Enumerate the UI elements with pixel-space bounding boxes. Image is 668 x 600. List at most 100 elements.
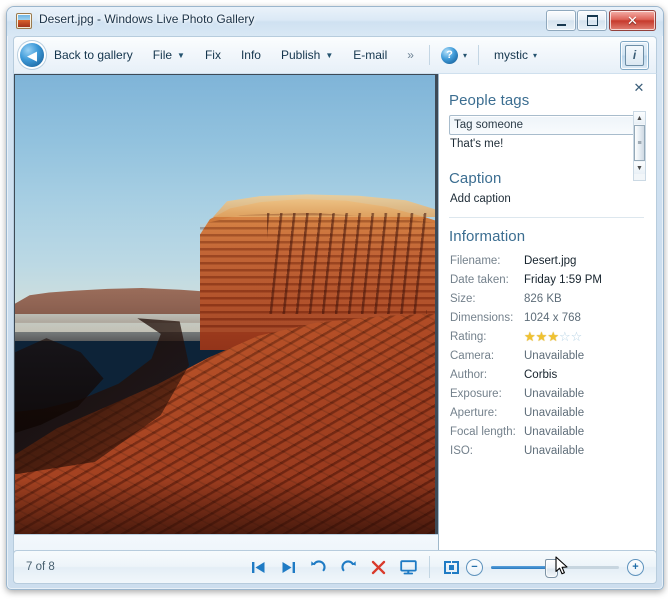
- row-label: Camera:: [450, 350, 524, 362]
- photo-counter: 7 of 8: [26, 561, 55, 573]
- back-to-gallery-label: Back to gallery: [54, 48, 133, 62]
- row-label: Rating:: [450, 331, 524, 343]
- toolbar-divider: [429, 556, 430, 578]
- row-label: Filename:: [450, 255, 524, 267]
- client-area: ✕ People tags ▲ ≡ ▼ Tag someone That's m…: [13, 73, 657, 581]
- red-x-icon: [371, 560, 386, 575]
- section-divider: [449, 217, 644, 218]
- desktop-backdrop: Desert.jpg - Windows Live Photo Gallery …: [0, 0, 668, 600]
- rating-stars[interactable]: ★ ★ ★ ☆ ☆: [524, 330, 582, 343]
- zoom-out-button[interactable]: −: [466, 559, 483, 576]
- row-value: 826 KB: [524, 293, 562, 305]
- chevron-down-icon: ▾: [533, 51, 537, 60]
- row-label: Exposure:: [450, 388, 524, 400]
- account-menu[interactable]: mystic ▾: [484, 42, 547, 68]
- chevron-down-icon: ▼: [325, 51, 333, 60]
- menu-email-label: E-mail: [353, 48, 387, 62]
- slideshow-button[interactable]: [393, 554, 423, 580]
- tag-someone-value: Tag someone: [454, 119, 523, 131]
- bottom-toolbar: 7 of 8: [13, 550, 657, 584]
- row-label: Dimensions:: [450, 312, 524, 324]
- people-tags-scrollbar[interactable]: ▲ ≡ ▼: [633, 111, 646, 181]
- delete-button[interactable]: [363, 554, 393, 580]
- menu-publish-label: Publish: [281, 48, 320, 62]
- fit-to-window-button[interactable]: [436, 554, 466, 580]
- maximize-button[interactable]: [577, 10, 607, 31]
- monitor-icon: [400, 560, 417, 575]
- photo-viewer[interactable]: [14, 74, 439, 580]
- table-row: Filename: Desert.jpg: [450, 251, 656, 270]
- toolbar-divider: [478, 45, 479, 65]
- people-tags-heading: People tags: [449, 92, 656, 109]
- menu-fix[interactable]: Fix: [195, 42, 231, 68]
- next-icon: [281, 561, 296, 574]
- next-button[interactable]: [273, 554, 303, 580]
- row-label: ISO:: [450, 445, 524, 457]
- table-row: Size: 826 KB: [450, 289, 656, 308]
- rotate-left-button[interactable]: [303, 554, 333, 580]
- photo-gallery-window: Desert.jpg - Windows Live Photo Gallery …: [6, 6, 664, 590]
- toolbar-overflow-button[interactable]: »: [397, 42, 424, 68]
- close-panel-icon[interactable]: ✕: [632, 81, 646, 95]
- row-value: Desert.jpg: [524, 255, 576, 267]
- thats-me-link[interactable]: That's me!: [450, 138, 656, 150]
- minimize-button[interactable]: [546, 10, 576, 31]
- menu-file[interactable]: File ▼: [143, 42, 195, 68]
- scroll-down-icon[interactable]: ▼: [634, 162, 645, 174]
- window-title: Desert.jpg - Windows Live Photo Gallery: [39, 12, 254, 26]
- row-label: Aperture:: [450, 407, 524, 419]
- menu-fix-label: Fix: [205, 48, 221, 62]
- menu-publish[interactable]: Publish ▼: [271, 42, 343, 68]
- star-5-icon[interactable]: ☆: [571, 330, 583, 343]
- star-4-icon[interactable]: ☆: [559, 330, 571, 343]
- star-1-icon[interactable]: ★: [524, 330, 536, 343]
- scroll-up-icon[interactable]: ▲: [634, 112, 645, 124]
- zoom-in-button[interactable]: +: [627, 559, 644, 576]
- table-row: Exposure: Unavailable: [450, 384, 656, 403]
- row-value: Unavailable: [524, 445, 584, 457]
- row-label: Focal length:: [450, 426, 524, 438]
- row-value: Unavailable: [524, 350, 584, 362]
- previous-button[interactable]: [243, 554, 273, 580]
- table-row: Date taken: Friday 1:59 PM: [450, 270, 656, 289]
- main-toolbar: ◀ Back to gallery File ▼ Fix Info Publis…: [13, 36, 657, 73]
- star-2-icon[interactable]: ★: [536, 330, 548, 343]
- back-to-gallery-button[interactable]: Back to gallery: [44, 42, 143, 68]
- close-button[interactable]: ✕: [609, 10, 656, 31]
- rotate-right-button[interactable]: [333, 554, 363, 580]
- chevron-down-icon: ▾: [463, 51, 467, 60]
- row-value: Unavailable: [524, 388, 584, 400]
- toolbar-divider: [429, 45, 430, 65]
- slider-handle[interactable]: [545, 559, 558, 578]
- photo-file-icon: [16, 13, 32, 29]
- menu-info-label: Info: [241, 48, 261, 62]
- row-label: Author:: [450, 369, 524, 381]
- info-pane-toggle-button[interactable]: i: [620, 41, 649, 70]
- table-row: Aperture: Unavailable: [450, 403, 656, 422]
- desert-photo-image[interactable]: [15, 75, 435, 534]
- add-caption-field[interactable]: Add caption: [450, 193, 656, 205]
- scrollbar-thumb[interactable]: ≡: [634, 125, 645, 161]
- rotate-ccw-icon: [310, 559, 327, 575]
- menu-info[interactable]: Info: [231, 42, 271, 68]
- back-arrow-icon[interactable]: ◀: [20, 43, 44, 67]
- rotate-cw-icon: [340, 559, 357, 575]
- previous-icon: [251, 561, 266, 574]
- overflow-chevrons-icon: »: [407, 48, 414, 62]
- menu-email[interactable]: E-mail: [343, 42, 397, 68]
- information-table: Filename: Desert.jpg Date taken: Friday …: [450, 251, 656, 460]
- zoom-slider[interactable]: [491, 559, 619, 575]
- row-value[interactable]: Friday 1:59 PM: [524, 274, 602, 286]
- title-bar: Desert.jpg - Windows Live Photo Gallery …: [7, 7, 663, 36]
- tag-someone-input[interactable]: Tag someone: [449, 115, 644, 135]
- star-3-icon[interactable]: ★: [547, 330, 559, 343]
- row-label: Date taken:: [450, 274, 524, 286]
- help-icon: ?: [441, 47, 458, 64]
- row-value: 1024 x 768: [524, 312, 581, 324]
- table-row: ISO: Unavailable: [450, 441, 656, 460]
- row-value[interactable]: Corbis: [524, 369, 557, 381]
- caption-heading: Caption: [449, 170, 656, 187]
- close-icon: ✕: [610, 11, 655, 30]
- help-button[interactable]: ? ▾: [435, 42, 473, 68]
- information-heading: Information: [449, 228, 656, 245]
